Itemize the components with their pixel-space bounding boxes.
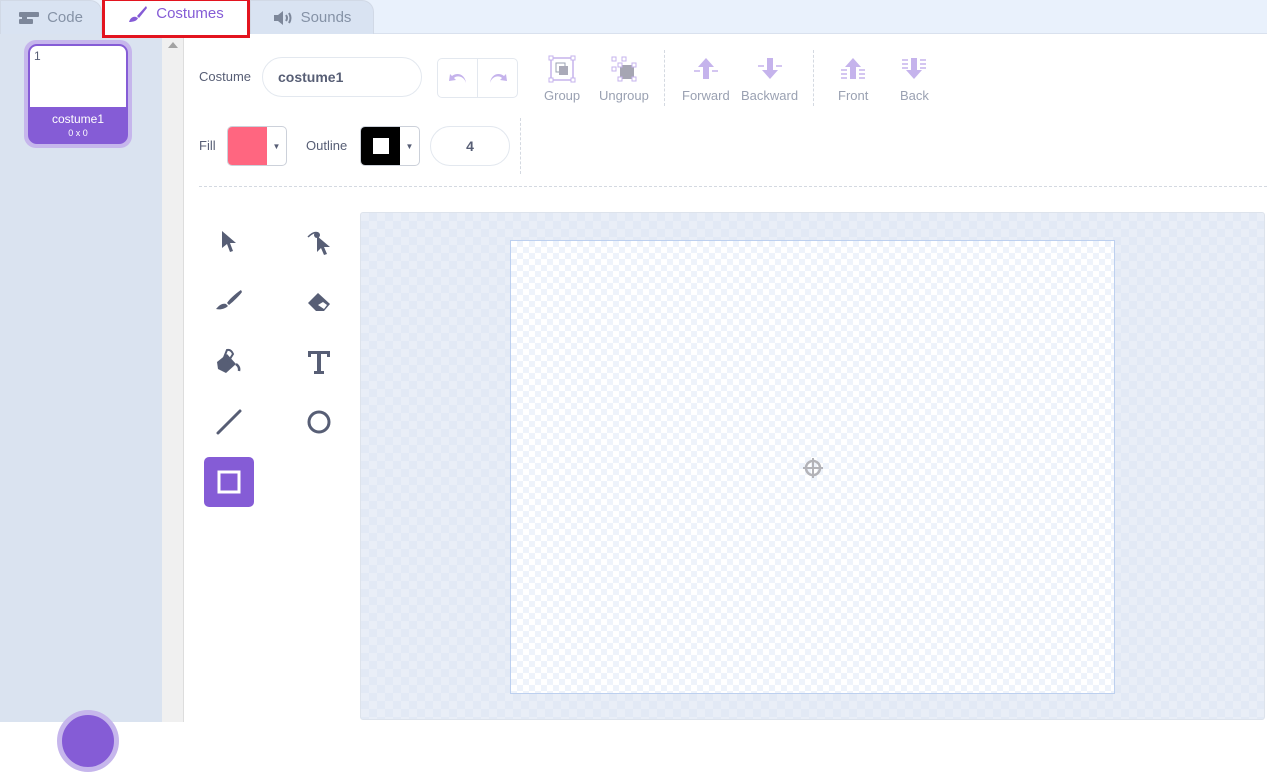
backward-label: Backward [741, 88, 799, 103]
ungroup-icon [611, 56, 637, 82]
front-button[interactable]: Front [838, 55, 868, 103]
backward-button[interactable]: Backward [741, 55, 798, 103]
tool-brush[interactable] [204, 277, 254, 327]
code-blocks-icon [19, 11, 40, 25]
ungroup-button[interactable]: Ungroup [599, 55, 649, 103]
back-icon [902, 58, 927, 79]
tool-line[interactable] [204, 397, 254, 447]
costume-list-scrollbar[interactable] [162, 34, 184, 722]
group-button[interactable]: Group [544, 55, 580, 103]
tab-costumes-label: Costumes [156, 5, 224, 22]
outline-label: Outline [306, 138, 348, 153]
fill-bucket-icon [217, 348, 241, 373]
back-button[interactable]: Back [900, 55, 929, 103]
tab-sounds[interactable]: Sounds [250, 0, 374, 34]
fill-label: Fill [199, 138, 216, 153]
forward-icon [693, 58, 718, 79]
text-icon [308, 351, 330, 374]
costume-item-size: 0 x 0 [68, 128, 88, 138]
costume-thumbnail: 1 [30, 46, 126, 107]
tool-circle[interactable] [294, 397, 344, 447]
fill-color-swatch [228, 127, 267, 165]
tool-reshape[interactable] [294, 217, 344, 267]
costume-name-input[interactable]: costume1 [262, 57, 422, 97]
costume-name-label: Costume [199, 69, 252, 84]
tool-fill[interactable] [204, 337, 254, 387]
costume-number: 1 [34, 49, 41, 63]
undo-button[interactable] [438, 59, 478, 97]
reshape-icon [307, 231, 330, 255]
editor-tab-bar: Code Costumes Sounds [0, 0, 1267, 38]
ungroup-label: Ungroup [599, 88, 649, 103]
select-arrow-icon [222, 231, 236, 252]
group-icon [548, 55, 576, 83]
toolbar-divider [813, 50, 814, 106]
toolbar-divider [664, 50, 665, 106]
back-label: Back [900, 88, 929, 103]
tab-code[interactable]: Code [0, 0, 102, 34]
outline-color-picker[interactable]: ▼ [360, 126, 420, 166]
forward-button[interactable]: Forward [682, 55, 730, 103]
tool-text[interactable] [294, 337, 344, 387]
rectangle-icon [217, 470, 241, 494]
brush-icon [216, 290, 242, 310]
front-label: Front [838, 88, 869, 103]
toolbar-separator [199, 186, 1267, 187]
forward-label: Forward [682, 88, 730, 103]
scroll-up-arrow-icon[interactable] [168, 42, 178, 48]
tool-select[interactable] [204, 217, 254, 267]
backward-icon [757, 58, 782, 79]
undo-redo-group [437, 58, 518, 98]
redo-icon [489, 74, 507, 83]
speaker-icon [273, 10, 293, 25]
tool-rectangle[interactable] [204, 457, 254, 507]
circle-icon [307, 410, 331, 434]
rotation-center-crosshair-icon[interactable] [802, 457, 824, 484]
add-costume-button[interactable] [57, 710, 119, 772]
tab-costumes[interactable]: Costumes [102, 0, 250, 38]
fill-dropdown-caret-icon: ▼ [272, 141, 281, 151]
toolbar-divider [520, 118, 521, 174]
outline-color-swatch [361, 127, 400, 165]
outline-dropdown-caret-icon: ▼ [405, 141, 414, 151]
tab-code-label: Code [47, 9, 83, 26]
undo-icon [448, 74, 466, 83]
paintbrush-icon [128, 5, 148, 23]
redo-button[interactable] [478, 59, 517, 97]
eraser-icon [308, 293, 330, 311]
line-icon [216, 409, 242, 435]
outline-width-input[interactable]: 4 [430, 126, 510, 166]
front-icon [841, 58, 866, 79]
costume-item[interactable]: 1 costume1 0 x 0 [24, 40, 132, 148]
fill-color-picker[interactable]: ▼ [227, 126, 287, 166]
costume-item-name: costume1 [51, 112, 105, 126]
tab-sounds-label: Sounds [300, 9, 352, 26]
tool-eraser[interactable] [294, 277, 344, 327]
group-label: Group [544, 88, 581, 103]
